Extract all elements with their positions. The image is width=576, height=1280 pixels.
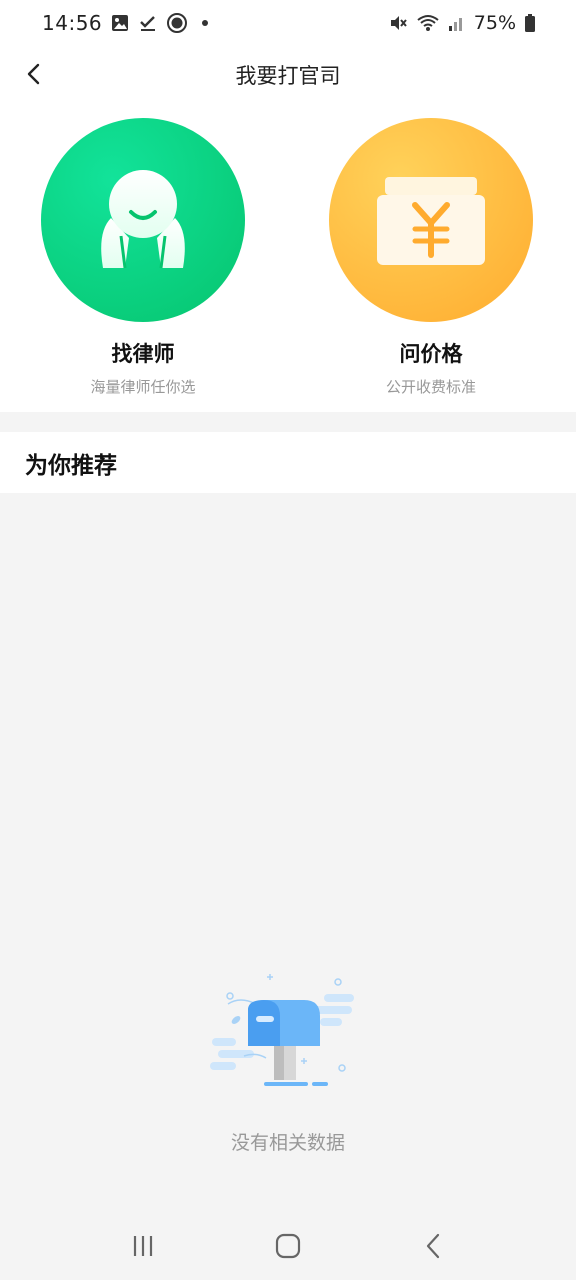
signal-icon — [448, 14, 466, 32]
empty-state: 没有相关数据 — [0, 960, 576, 1155]
circle-app-icon — [166, 12, 188, 34]
empty-text: 没有相关数据 — [230, 1132, 345, 1154]
ask-price-entry[interactable]: 问价格 公开收费标准 — [311, 118, 551, 397]
system-back-button[interactable] — [403, 1216, 463, 1276]
chevron-left-icon — [427, 1233, 440, 1259]
entry-section: 找律师 海量律师任你选 问价格 公开收费标准 — [0, 104, 576, 412]
nav-bar: 我要打官司 — [0, 46, 576, 104]
entry-title: 找律师 — [111, 342, 175, 366]
entry-subtitle: 公开收费标准 — [385, 378, 476, 396]
entry-subtitle: 海量律师任你选 — [90, 378, 196, 396]
find-lawyer-entry[interactable]: 找律师 海量律师任你选 — [23, 118, 263, 397]
yen-card-icon — [329, 118, 533, 322]
mute-icon — [388, 13, 408, 33]
gallery-icon — [110, 13, 130, 33]
battery-percent: 75% — [473, 12, 516, 34]
recents-icon — [133, 1236, 152, 1256]
wifi-icon — [416, 13, 440, 33]
recommend-title: 为你推荐 — [25, 452, 117, 479]
home-icon — [275, 1233, 301, 1259]
system-nav-bar — [0, 1212, 576, 1280]
notification-dot — [202, 20, 209, 26]
status-bar: 14:56 75% — [0, 0, 576, 46]
mailbox-icon — [208, 960, 368, 1090]
recents-button[interactable] — [113, 1216, 173, 1276]
battery-icon — [524, 13, 536, 33]
lawyer-icon — [41, 118, 245, 322]
status-time: 14:56 — [42, 11, 103, 35]
check-icon — [138, 13, 158, 33]
back-button[interactable] — [16, 56, 52, 92]
home-button[interactable] — [258, 1216, 318, 1276]
chevron-left-icon — [27, 63, 40, 85]
entry-title: 问价格 — [399, 342, 463, 366]
recommend-header: 为你推荐 — [0, 432, 576, 493]
page-title: 我要打官司 — [235, 64, 341, 88]
